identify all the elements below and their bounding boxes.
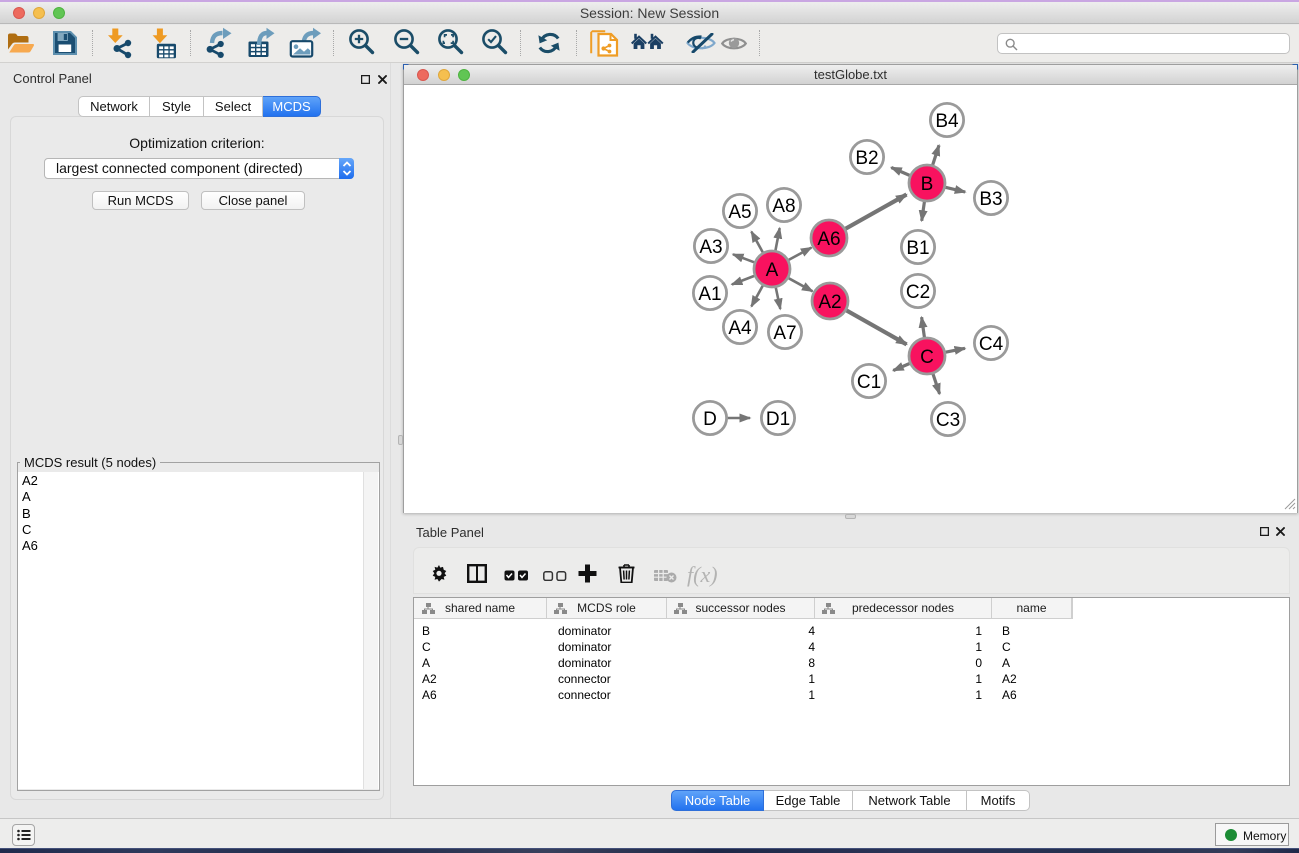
svg-text:A6: A6	[817, 229, 840, 250]
svg-text:C1: C1	[857, 372, 881, 393]
svg-text:C2: C2	[906, 282, 930, 303]
svg-text:A7: A7	[773, 323, 796, 344]
svg-text:B3: B3	[979, 189, 1002, 210]
svg-text:A8: A8	[772, 196, 795, 217]
svg-text:C4: C4	[979, 334, 1004, 355]
svg-text:C: C	[920, 347, 934, 368]
svg-text:D: D	[703, 409, 717, 430]
svg-text:A: A	[766, 260, 779, 281]
svg-text:D1: D1	[766, 409, 790, 430]
svg-text:B2: B2	[855, 148, 878, 169]
svg-text:A1: A1	[698, 284, 721, 305]
svg-text:C3: C3	[936, 410, 960, 431]
svg-text:A2: A2	[818, 292, 841, 313]
svg-text:A3: A3	[699, 237, 722, 258]
svg-text:B: B	[921, 174, 934, 195]
svg-text:A4: A4	[728, 318, 752, 339]
svg-text:B1: B1	[906, 238, 929, 259]
svg-text:B4: B4	[935, 111, 959, 132]
svg-text:A5: A5	[728, 202, 751, 223]
